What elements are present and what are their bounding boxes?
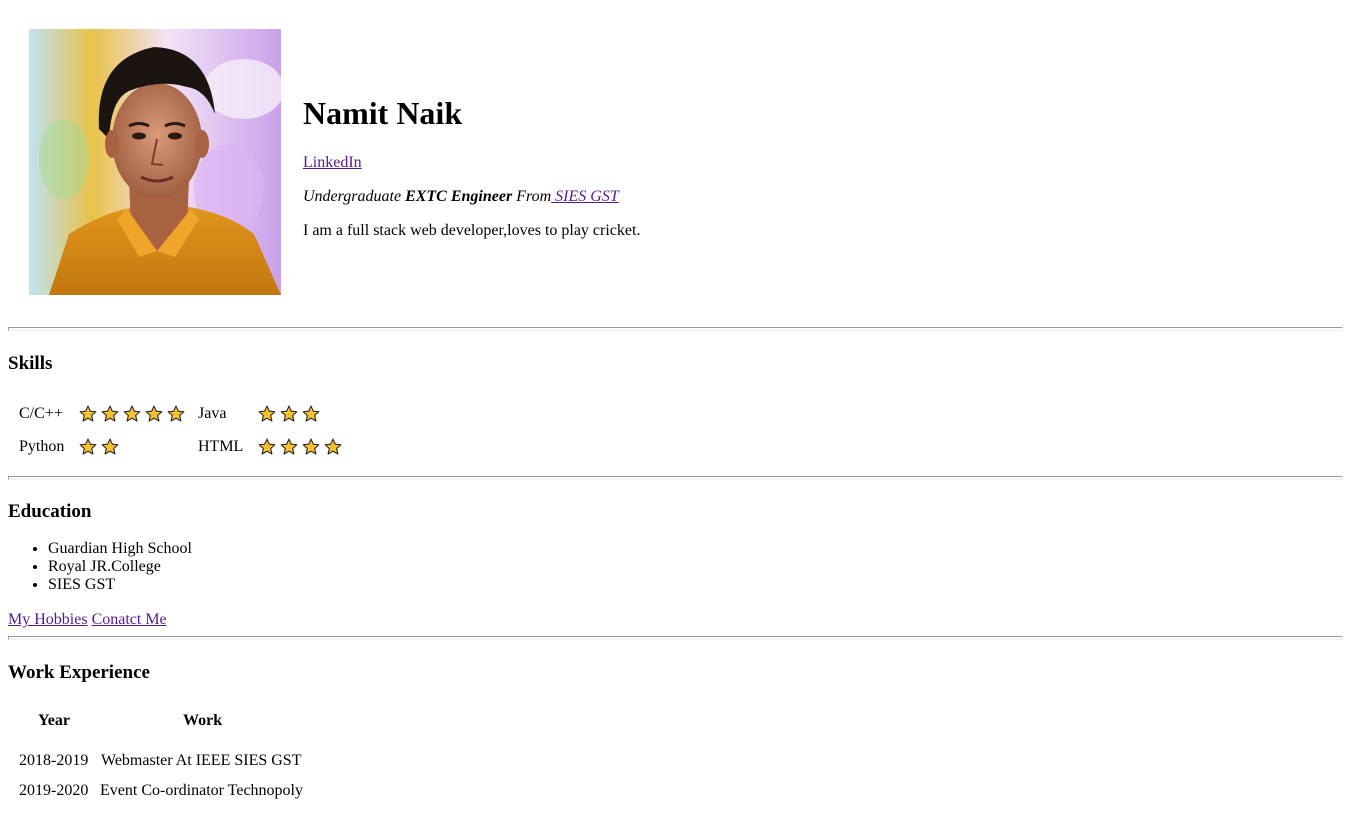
star-icon	[79, 405, 97, 422]
table-cell-work: Webmaster At IEEE SIES GST	[101, 752, 302, 769]
skill-label-python: Python	[19, 438, 65, 455]
star-icon	[101, 405, 119, 422]
star-icon	[258, 438, 276, 455]
education-heading: Education	[8, 501, 92, 522]
star-icon	[280, 438, 298, 455]
skill-label-html: HTML	[198, 438, 244, 455]
skill-label-c: C/C++	[19, 405, 63, 422]
star-icon	[101, 438, 119, 455]
star-icon	[79, 438, 97, 455]
star-icon	[145, 405, 163, 422]
work-heading: Work Experience	[8, 662, 150, 683]
skill-rating-java	[256, 404, 322, 424]
linkedin-line: LinkedIn	[303, 153, 362, 173]
divider	[8, 327, 1343, 331]
skill-rating-python	[77, 437, 121, 457]
star-icon	[167, 405, 185, 422]
list-item: Royal JR.College	[48, 558, 192, 576]
profile-photo	[29, 29, 281, 295]
star-icon	[302, 438, 320, 455]
profile-photo-image	[29, 29, 281, 295]
column-header-work: Work	[183, 712, 223, 729]
table-cell-year: 2019-2020	[19, 782, 89, 799]
education-list: Guardian High School Royal JR.College SI…	[8, 540, 192, 594]
star-icon	[258, 405, 276, 422]
star-icon	[324, 438, 342, 455]
skill-label-java: Java	[198, 405, 227, 422]
tagline: Undergraduate EXTC Engineer From SIES GS…	[303, 187, 619, 207]
list-item: Guardian High School	[48, 540, 192, 558]
star-icon	[280, 405, 298, 422]
skill-rating-html	[256, 437, 344, 457]
skill-rating-c	[77, 404, 187, 424]
column-header-year: Year	[38, 712, 70, 729]
table-cell-year: 2018-2019	[19, 752, 89, 769]
skills-heading: Skills	[8, 353, 53, 374]
contact-link[interactable]: Conatct Me	[92, 611, 167, 628]
star-icon	[302, 405, 320, 422]
table-cell-work: Event Co-ordinator Technopoly	[100, 782, 303, 799]
linkedin-link[interactable]: LinkedIn	[303, 154, 362, 171]
college-link[interactable]: SIES GST	[551, 188, 619, 205]
divider	[8, 476, 1343, 480]
page-links: My Hobbies Conatct Me	[8, 610, 167, 630]
bio-text: I am a full stack web developer,loves to…	[303, 222, 641, 239]
divider	[8, 636, 1343, 640]
profile-info: Namit Naik LinkedIn Undergraduate EXTC E…	[303, 92, 1003, 239]
hobbies-link[interactable]: My Hobbies	[8, 611, 88, 628]
star-icon	[123, 405, 141, 422]
profile-name: Namit Naik	[303, 95, 463, 131]
list-item: SIES GST	[48, 576, 192, 594]
tagline-prefix: Undergraduate	[303, 188, 406, 205]
tagline-from: From	[512, 188, 552, 205]
tagline-degree: EXTC Engineer	[405, 188, 513, 205]
